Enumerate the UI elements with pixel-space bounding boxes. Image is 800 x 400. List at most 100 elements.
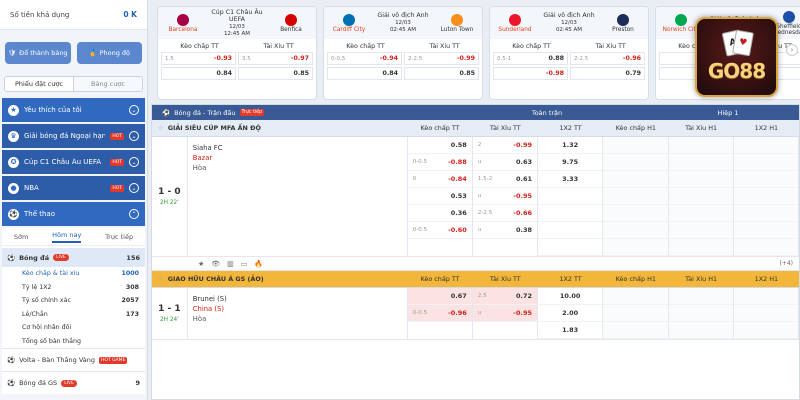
odds-cell[interactable]: u 0.63 xyxy=(472,154,538,171)
match-card[interactable]: Cardiff City Giải vô địch Anh 12/03 02:45 A… xyxy=(323,6,483,100)
away-team: Luton Town xyxy=(436,13,478,33)
odds-button[interactable]: 2-2.5 -0.99 xyxy=(404,52,479,65)
sidebar-item-premier-league[interactable]: ♛ Giải bóng đá Ngoại hạn... HOT ⌄ xyxy=(2,124,145,148)
odds-cell[interactable]: 1.83 xyxy=(538,322,603,339)
odds-cell[interactable]: 2.5 0.72 xyxy=(472,288,538,305)
odds-button[interactable]: 0.85 xyxy=(238,67,313,80)
h1-1x2-column xyxy=(733,137,799,256)
market-item[interactable]: Kèo chấp & tài xỉu 1000 xyxy=(2,267,145,281)
column-header: Kèo chấp H1 xyxy=(615,124,656,132)
tab-bet-board[interactable]: Bảng cược xyxy=(74,77,142,91)
chevron-right-icon[interactable]: › xyxy=(786,44,798,56)
odds-cell xyxy=(538,205,603,222)
sports-icon: ⚽ xyxy=(8,208,19,220)
market-item[interactable]: Tỷ lệ 1X2 308 xyxy=(2,281,145,295)
league-row[interactable]: ☆ GIAO HỮU CHÂU Á GS (ẢO) Kèo chấp TT Tài X… xyxy=(152,271,799,288)
over-under-label: Tài Xỉu TT xyxy=(429,43,460,50)
away-team-name[interactable]: China (S) xyxy=(193,304,402,314)
sport-football[interactable]: ⚽ Bóng đá LIVE 156 xyxy=(2,248,145,267)
away-team-name[interactable]: Bazar xyxy=(193,153,402,163)
odds-cell[interactable]: 0-0.5 -0.60 xyxy=(407,222,472,239)
league-title: GIAO HỮU CHÂU Á GS (ẢO) xyxy=(167,275,264,283)
odds-cell[interactable]: 0.36 xyxy=(407,205,472,222)
tab-today[interactable]: Hôm nay xyxy=(52,231,82,243)
odds-cell[interactable]: 0 -0.84 xyxy=(407,171,472,188)
sidebar-item-favorites[interactable]: ★ Yêu thích của tôi ⌄ xyxy=(2,98,145,122)
odds-button[interactable]: -0.98 xyxy=(493,67,568,80)
column-header: Kèo chấp H1 xyxy=(615,275,656,283)
odds-cell[interactable]: 1.32 xyxy=(538,137,603,154)
odds-cell[interactable]: 0.53 xyxy=(407,188,472,205)
odds-cell[interactable]: 9.75 xyxy=(538,154,603,171)
odds-button[interactable]: 2-2.5 -0.96 xyxy=(570,52,645,65)
star-icon[interactable]: ☆ xyxy=(158,275,164,283)
match-card[interactable]: Sunderland Giải vô địch Anh 12/03 02:45 AM P… xyxy=(489,6,649,100)
odds-cell[interactable]: 0.67 xyxy=(407,288,472,305)
home-team: Barcelona xyxy=(162,13,204,33)
odds-value: 0.38 xyxy=(516,226,533,234)
odds-button[interactable]: 0.84 xyxy=(161,67,236,80)
odds-cell xyxy=(603,171,668,188)
odds-button[interactable]: 0.79 xyxy=(570,67,645,80)
market-item[interactable]: Cơ hội nhân đôi xyxy=(2,321,145,335)
star-icon[interactable]: ★ xyxy=(198,260,204,268)
odds-line: u xyxy=(477,193,482,199)
sidebar-item-nba[interactable]: ● NBA HOT ⌄ xyxy=(2,176,145,200)
team-crest-icon xyxy=(617,13,629,26)
odds-table: ⚽ Bóng đá - Trận đấu Trực tiếp Toàn trận… xyxy=(151,104,800,400)
history-button[interactable]: 🛡 Đổ thành bảng xyxy=(5,42,71,64)
odds-cell[interactable]: 2 -0.99 xyxy=(472,137,538,154)
tab-live[interactable]: Trực tiếp xyxy=(105,233,133,241)
odds-cell[interactable]: 10.00 xyxy=(538,288,603,305)
sidebar-item-champions-league[interactable]: ✪ Cúp C1 Châu Âu UEFA HOT ⌄ xyxy=(2,150,145,174)
league-row[interactable]: ☆ GIẢI SIÊU CÚP MFA ẤN ĐỘ Kèo chấp TT Tài X… xyxy=(152,120,799,137)
sidebar-item-sports[interactable]: ⚽ Thể thao ⌃ xyxy=(2,202,145,226)
shield-icon: 🛡 xyxy=(7,49,17,57)
sidebar-item-gs-football[interactable]: ⚽ Bóng đá GS LIVE 9 xyxy=(2,371,145,394)
odds-button[interactable]: 3.5 -0.97 xyxy=(238,52,313,65)
match-date: 12/03 xyxy=(229,23,245,30)
odds-cell[interactable]: 3.33 xyxy=(538,171,603,188)
odds-value: -0.96 xyxy=(622,55,641,62)
column-header: Tài Xỉu H1 xyxy=(685,275,718,283)
tv-icon[interactable]: ▭ xyxy=(241,260,248,268)
odds-cell[interactable]: u 0.38 xyxy=(472,222,538,239)
odds-cell[interactable]: 1.5-2 0.61 xyxy=(472,171,538,188)
eye-icon[interactable]: 👁 xyxy=(211,260,220,268)
odds-cell[interactable]: 0-0.5 -0.88 xyxy=(407,154,472,171)
home-team-name[interactable]: Siaha FC xyxy=(193,143,402,153)
more-markets[interactable]: (+4) xyxy=(779,260,793,267)
stats-icon[interactable]: ▥ xyxy=(227,260,234,268)
basketball-icon: ● xyxy=(8,182,19,194)
odds-button[interactable]: 0-0.5 -0.94 xyxy=(327,52,402,65)
odds-button[interactable]: 0.85 xyxy=(404,67,479,80)
market-item[interactable]: Tỷ số chính xác 2057 xyxy=(2,294,145,308)
odds-cell[interactable]: 0-0.5 -0.96 xyxy=(407,305,472,322)
market-item[interactable]: Lẻ/Chẵn 173 xyxy=(2,308,145,322)
star-icon[interactable]: ☆ xyxy=(158,124,164,132)
team-crest-icon xyxy=(177,13,189,26)
odds-cell[interactable]: 2.00 xyxy=(538,305,603,322)
odds-button[interactable]: 1.5 -0.93 xyxy=(161,52,236,65)
market-item[interactable]: Tổng số bàn thắng xyxy=(2,335,145,349)
odds-button[interactable]: 0.84 xyxy=(327,67,402,80)
odds-cell[interactable]: u -0.95 xyxy=(472,305,538,322)
odds-button[interactable]: 0.5-1 0.88 xyxy=(493,52,568,65)
live-badge: LIVE xyxy=(53,254,69,261)
tab-bet-slip[interactable]: Phiếu đặt cược xyxy=(5,77,74,91)
hot-badge: HOT xyxy=(110,132,124,140)
handicap-label: Kèo chấp TT xyxy=(346,43,385,50)
odds-cell[interactable]: 0.58 xyxy=(407,137,472,154)
match-card[interactable]: Barcelona Cúp C1 Châu Âu UEFA 12/03 12:45 A… xyxy=(157,6,317,100)
away-team-name: Preston xyxy=(612,26,634,33)
odds-cell[interactable]: u -0.95 xyxy=(472,188,538,205)
form-button[interactable]: 🏅 Phong độ xyxy=(76,42,142,64)
tab-early[interactable]: Sớm xyxy=(14,233,28,241)
odds-cell xyxy=(603,322,668,339)
odds-cell xyxy=(733,171,798,188)
odds-cell[interactable]: 2-2.5 -0.66 xyxy=(472,205,538,222)
logo-wordmark: GO88 xyxy=(707,59,766,83)
fire-icon[interactable]: 🔥 xyxy=(254,260,263,268)
sidebar-item-volta[interactable]: ⚽ Volta - Bàn Thắng Vàng HOT GAME xyxy=(2,348,145,371)
home-team-name[interactable]: Brunei (S) xyxy=(193,294,402,304)
